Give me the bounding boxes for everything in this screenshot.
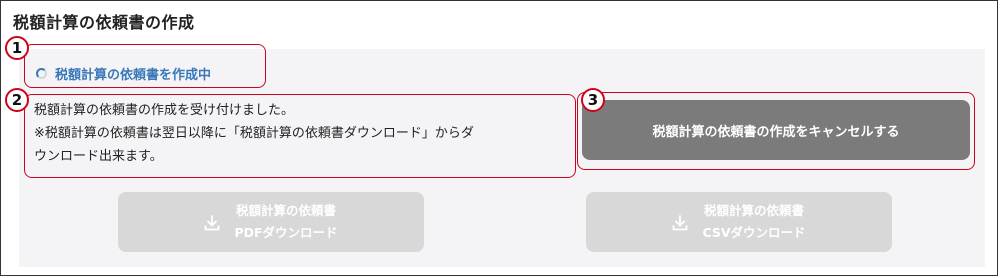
pdf-download-button[interactable]: 税額計算の依頼書 PDFダウンロード xyxy=(118,192,424,252)
annotation-badge-1: 1 xyxy=(5,36,29,60)
download-icon xyxy=(204,214,220,234)
annotation-badge-3: 3 xyxy=(581,88,605,112)
annotation-box-1 xyxy=(24,44,266,88)
download-icon xyxy=(672,214,688,234)
annotation-box-2 xyxy=(24,94,576,178)
annotation-box-3 xyxy=(577,92,975,170)
page-title: 税額計算の依頼書の作成 xyxy=(13,13,195,32)
csv-download-button[interactable]: 税額計算の依頼書 CSVダウンロード xyxy=(586,192,892,252)
csv-download-label-2: CSVダウンロード xyxy=(702,225,806,240)
pdf-download-label-2: PDFダウンロード xyxy=(234,225,338,240)
csv-download-label-1: 税額計算の依頼書 xyxy=(703,203,804,218)
annotation-badge-2: 2 xyxy=(5,88,29,112)
pdf-download-label-1: 税額計算の依頼書 xyxy=(235,203,336,218)
